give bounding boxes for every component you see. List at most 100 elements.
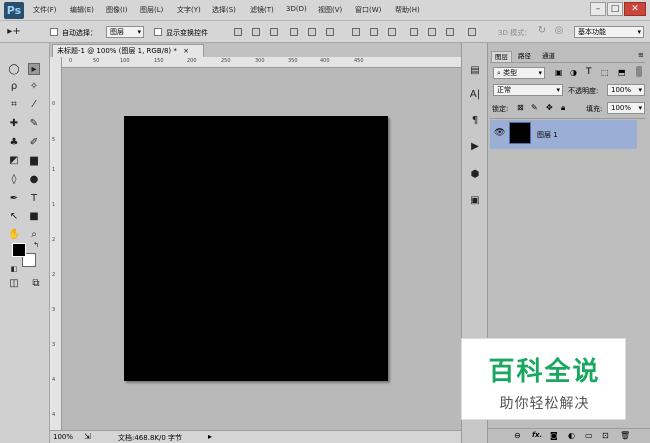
align-hcenter-icon[interactable] [308,28,316,36]
filter-toggle[interactable] [636,66,642,77]
menu-help[interactable]: 帮助(H) [395,5,420,15]
add-mask-icon[interactable]: ◙ [550,431,558,440]
quick-mask-icon[interactable]: ◫ [8,278,20,290]
ruler-tick: 3 [52,342,56,348]
distribute-right-icon[interactable] [446,28,454,36]
align-left-icon[interactable] [290,28,298,36]
healing-brush-tool-icon[interactable]: ✚ [8,118,20,130]
3d-rotate-icon[interactable]: ↻ [536,25,548,37]
menu-select[interactable]: 选择(S) [212,5,236,15]
rectangle-tool-icon[interactable]: ■ [28,211,40,223]
blend-mode-select[interactable]: 正常 [493,84,563,96]
menu-window[interactable]: 窗口(W) [355,5,381,15]
show-transform-checkbox[interactable] [154,28,162,36]
3d-roll-icon[interactable]: ◎ [553,25,565,37]
hand-tool-icon[interactable]: ✋ [8,229,20,241]
foreground-color-swatch[interactable] [12,243,26,257]
history-brush-tool-icon[interactable]: ✐ [28,137,40,149]
eraser-tool-icon[interactable]: ◩ [8,155,20,167]
auto-align-icon[interactable] [468,28,476,36]
adjustment-layer-icon[interactable]: ◐ [568,431,575,440]
swap-colors-icon[interactable]: ↰ [30,239,42,251]
align-right-icon[interactable] [326,28,334,36]
eyedropper-tool-icon[interactable]: ⁄ [28,99,40,111]
type-tool-icon[interactable]: T [28,193,40,205]
zoom-level[interactable]: 100% [53,433,73,441]
paragraph-panel-icon[interactable]: ¶ [467,113,483,129]
default-colors-icon[interactable]: ◧ [8,263,20,275]
tab-channels[interactable]: 通道 [539,51,558,62]
tab-layers[interactable]: 图层 [491,51,512,62]
lock-position-icon[interactable]: ✥ [546,103,553,112]
minimize-button[interactable]: – [590,2,606,16]
panel-menu-icon[interactable]: ≡ [638,51,644,59]
marquee-tool-icon[interactable]: ◯ [8,64,20,76]
status-menu-arrow-icon[interactable]: ▸ [208,432,212,441]
crop-tool-icon[interactable]: ⌗ [8,99,20,111]
distribute-bottom-icon[interactable] [388,28,396,36]
close-button[interactable]: ✕ [624,2,646,16]
workspace-select[interactable]: 基本功能 [574,26,644,38]
filter-adjustment-icon[interactable]: ◑ [570,68,577,77]
menu-3d[interactable]: 3D(D) [286,5,307,13]
ruler-tick: 150 [154,58,164,64]
document-tab[interactable]: 未标题-1 @ 100% (图层 1, RGB/8) * × [52,44,204,57]
distribute-vcenter-icon[interactable] [370,28,378,36]
character-panel-icon[interactable]: A| [467,87,483,103]
align-top-icon[interactable] [234,28,242,36]
export-icon[interactable]: ⇲ [84,432,91,441]
maximize-button[interactable]: □ [607,2,623,16]
link-layers-icon[interactable]: ⊖ [514,431,521,440]
path-selection-tool-icon[interactable]: ↖ [8,211,20,223]
document-canvas[interactable] [124,116,388,381]
lock-transparent-icon[interactable]: ⊠ [517,103,524,112]
menu-image[interactable]: 图像(I) [106,5,128,15]
fill-input[interactable]: 100% [607,102,645,114]
filter-type-icon[interactable]: T [586,67,592,77]
layer-name[interactable]: 图层 1 [537,130,558,140]
menu-file[interactable]: 文件(F) [33,5,57,15]
filter-pixel-icon[interactable]: ▣ [555,68,563,77]
close-tab-icon[interactable]: × [183,47,189,55]
new-layer-icon[interactable]: ⊡ [602,431,609,440]
menu-edit[interactable]: 编辑(E) [70,5,94,15]
auto-select-target-select[interactable]: 图层 [106,26,144,38]
new-group-icon[interactable]: ▭ [585,431,593,440]
blur-tool-icon[interactable]: ◊ [8,174,20,186]
align-bottom-icon[interactable] [270,28,278,36]
visibility-eye-icon[interactable]: 👁︎ [494,128,505,138]
pen-tool-icon[interactable]: ✒ [8,193,20,205]
menu-view[interactable]: 视图(V) [318,5,342,15]
menu-layer[interactable]: 图层(L) [140,5,163,15]
3d-panel-icon[interactable]: ⬢ [467,167,483,183]
magic-wand-tool-icon[interactable]: ✧ [28,81,40,93]
gradient-tool-icon[interactable]: ▆ [28,155,40,167]
fx-icon[interactable]: fx. [532,431,542,439]
filter-shape-icon[interactable]: ⬚ [601,68,609,77]
lock-all-icon[interactable]: 🔒︎ [561,103,565,113]
clone-stamp-tool-icon[interactable]: ♣ [8,137,20,149]
lasso-tool-icon[interactable]: ρ [8,81,20,93]
distribute-hcenter-icon[interactable] [428,28,436,36]
tab-paths[interactable]: 路径 [515,51,534,62]
lock-pixels-icon[interactable]: ✎ [531,103,538,112]
move-tool-preset-icon[interactable]: ▸+ [5,26,23,38]
properties-panel-icon[interactable]: ▣ [467,193,483,209]
dodge-tool-icon[interactable]: ● [28,174,40,186]
delete-layer-icon[interactable]: 🗑︎ [620,431,630,440]
actions-panel-icon[interactable]: ▶ [467,139,483,155]
align-vcenter-icon[interactable] [252,28,260,36]
layer-filter-select[interactable]: ⌕ 类型 [493,67,545,79]
distribute-left-icon[interactable] [410,28,418,36]
auto-select-checkbox[interactable] [50,28,58,36]
screen-mode-icon[interactable]: ⧉ [30,278,42,290]
filter-smart-icon[interactable]: ⬒ [618,68,626,77]
move-tool-icon[interactable]: ▸ [28,63,40,75]
opacity-input[interactable]: 100% [607,84,645,96]
distribute-top-icon[interactable] [352,28,360,36]
history-panel-icon[interactable]: ▤ [467,63,483,79]
brush-tool-icon[interactable]: ✎ [28,118,40,130]
menu-type[interactable]: 文字(Y) [177,5,201,15]
menu-filter[interactable]: 滤镜(T) [250,5,274,15]
ruler-tick: 3 [52,307,56,313]
